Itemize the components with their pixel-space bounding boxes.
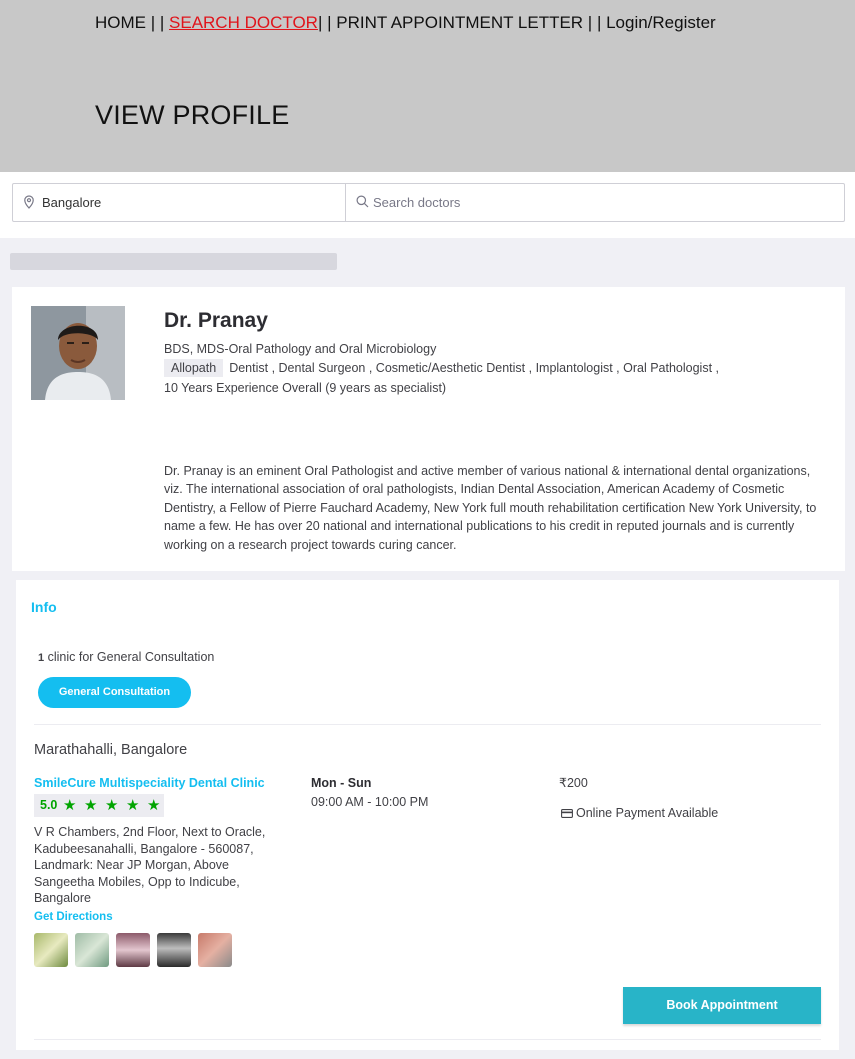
nav-other-links[interactable]: | | PRINT APPOINTMENT LETTER | | Login/R…	[318, 13, 716, 33]
search-doctors-input[interactable]	[373, 184, 833, 221]
doctor-profile-card: Dr. Pranay BDS, MDS-Oral Pathology and O…	[12, 287, 845, 571]
doctor-experience: 10 Years Experience Overall (9 years as …	[164, 381, 447, 395]
clinic-photo-thumbnail[interactable]	[157, 933, 191, 967]
rating-badge: 5.0 ★ ★ ★ ★ ★	[34, 794, 164, 817]
location-value: Bangalore	[42, 195, 102, 210]
clinic-address: V R Chambers, 2nd Floor, Next to Oracle,…	[34, 825, 266, 906]
book-appointment-button[interactable]: Book Appointment	[623, 987, 821, 1024]
doctor-about: Dr. Pranay is an eminent Oral Pathologis…	[164, 464, 817, 552]
doctor-search-field	[347, 184, 844, 221]
star-icon: ★	[147, 797, 161, 814]
general-consultation-tab[interactable]: General Consultation	[38, 677, 191, 708]
get-directions-link[interactable]: Get Directions	[34, 911, 113, 923]
star-icon: ★	[126, 797, 140, 814]
location-field[interactable]: Bangalore	[13, 184, 346, 221]
clinic-info-card: Info 1 clinic for General Consultation G…	[16, 580, 839, 1050]
nav-search-doctor-link[interactable]: SEARCH DOCTOR	[169, 13, 318, 33]
consultation-fee: ₹200	[559, 776, 588, 790]
medicine-system-badge: Allopath	[164, 359, 224, 377]
clinic-photo-thumbnail[interactable]	[75, 933, 109, 967]
star-icon: ★	[105, 797, 119, 814]
rating-value: 5.0	[40, 798, 58, 812]
search-bar: Bangalore	[12, 183, 845, 222]
clinic-hours: 09:00 AM - 10:00 PM	[311, 795, 429, 809]
info-heading: Info	[31, 599, 57, 615]
clinic-photo-thumbnail[interactable]	[198, 933, 232, 967]
card-icon	[561, 807, 573, 821]
online-payment-label: Online Payment Available	[576, 806, 719, 820]
doctor-avatar	[31, 306, 125, 400]
clinic-days: Mon - Sun	[311, 776, 372, 790]
site-header: HOME | | SEARCH DOCTOR | | PRINT APPOINT…	[0, 0, 855, 172]
location-pin-icon	[23, 195, 35, 214]
divider	[34, 724, 821, 725]
clinic-count-line: 1 clinic for General Consultation	[38, 650, 214, 664]
doctor-qualifications: BDS, MDS-Oral Pathology and Oral Microbi…	[164, 342, 437, 356]
online-payment-info: Online Payment Available	[561, 806, 718, 821]
specialization-line: Allopath Dentist , Dental Surgeon , Cosme…	[164, 359, 719, 377]
star-icon: ★	[63, 797, 77, 814]
clinic-locality: Marathahalli, Bangalore	[34, 742, 188, 758]
divider	[34, 1039, 821, 1040]
page-title: VIEW PROFILE	[95, 100, 290, 130]
star-icon: ★	[84, 797, 98, 814]
main-content: Dr. Pranay BDS, MDS-Oral Pathology and O…	[0, 238, 855, 1059]
clinic-name-link[interactable]: SmileCure Multispeciality Dental Clinic	[34, 776, 265, 790]
clinic-photo-thumbnail[interactable]	[116, 933, 150, 967]
search-icon	[356, 195, 369, 213]
doctor-specializations: Dentist , Dental Surgeon , Cosmetic/Aest…	[229, 361, 719, 375]
top-nav: HOME | | SEARCH DOCTOR | | PRINT APPOINT…	[95, 13, 716, 33]
search-section: Bangalore	[0, 172, 855, 238]
breadcrumb-placeholder	[10, 253, 337, 270]
doctor-name: Dr. Pranay	[164, 309, 268, 332]
clinic-count-value: 1	[38, 652, 45, 664]
clinic-photo-thumbnail[interactable]	[34, 933, 68, 967]
clinic-count-label: clinic for General Consultation	[47, 650, 215, 664]
nav-home-link[interactable]: HOME | |	[95, 13, 164, 33]
